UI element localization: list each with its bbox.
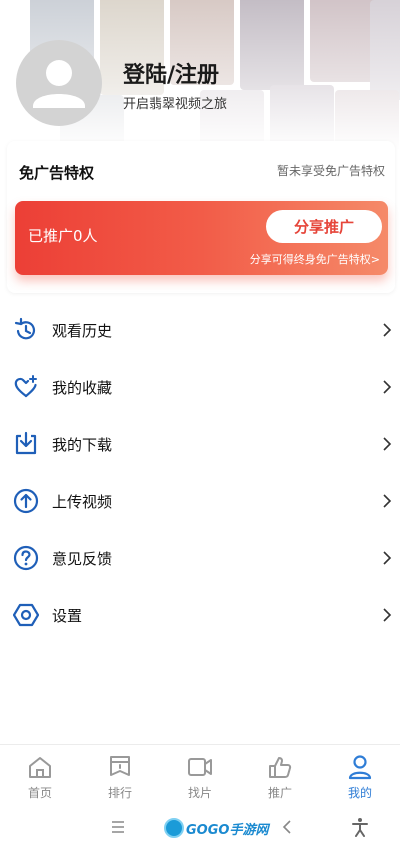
menu-item-downloads[interactable]: 我的下载: [0, 416, 400, 472]
ad-free-card: 免广告特权 暂未享受免广告特权 已推广0人 分享推广 分享可得终身免广告特权>: [7, 141, 395, 293]
system-navigation-bar: GOGO手游网: [0, 806, 400, 850]
chevron-right-icon: [383, 551, 392, 565]
watermark-logo-icon: [164, 818, 184, 838]
history-icon: [14, 317, 36, 340]
nav-item-ranking[interactable]: 排行: [80, 745, 160, 807]
home-icon: [29, 757, 51, 778]
download-icon: [15, 431, 37, 455]
menu-label-upload: 上传视频: [52, 492, 113, 511]
chevron-right-icon: [383, 608, 392, 622]
share-promote-button[interactable]: 分享推广: [266, 210, 382, 243]
nav-label-promote: 推广: [267, 786, 292, 800]
menu-item-history[interactable]: 观看历史: [0, 302, 400, 358]
nav-item-promote[interactable]: 推广: [240, 745, 320, 807]
heart-plus-icon: [14, 375, 37, 398]
ad-free-status: 暂未享受免广告特权: [276, 164, 385, 178]
nav-label-ranking: 排行: [107, 786, 132, 800]
chevron-right-icon: [383, 437, 392, 451]
nav-item-mine[interactable]: 我的: [320, 745, 400, 807]
nav-label-home: 首页: [27, 786, 52, 800]
avatar[interactable]: [16, 40, 102, 126]
menu-icon[interactable]: [110, 819, 126, 835]
chevron-right-icon: [383, 380, 392, 394]
chevron-right-icon: [383, 494, 392, 508]
ranking-icon: [110, 756, 130, 776]
back-icon[interactable]: [281, 819, 293, 835]
default-user-icon: [33, 60, 85, 108]
user-icon: [348, 755, 372, 780]
nav-label-find: 找片: [187, 786, 212, 800]
accessibility-icon[interactable]: [351, 817, 369, 837]
menu-item-favorites[interactable]: 我的收藏: [0, 359, 400, 415]
profile-subtitle: 开启翡翠视频之旅: [123, 97, 228, 112]
promotion-count: 已推广0人: [28, 227, 98, 245]
thumb-up-icon: [269, 757, 292, 778]
chevron-right-icon: [383, 323, 392, 337]
menu-label-settings: 设置: [52, 606, 83, 625]
promotion-banner: 已推广0人 分享推广 分享可得终身免广告特权>: [15, 201, 388, 275]
menu-item-feedback[interactable]: 意见反馈: [0, 530, 400, 586]
menu-label-history: 观看历史: [52, 321, 113, 340]
ad-free-title: 免广告特权: [19, 164, 95, 182]
settings-icon: [13, 603, 39, 627]
login-register-link[interactable]: 登陆/注册: [123, 57, 219, 89]
watermark-text: GOGO手游网: [186, 822, 269, 838]
question-icon: [13, 545, 39, 571]
menu-label-downloads: 我的下载: [52, 435, 113, 454]
menu-label-favorites: 我的收藏: [52, 378, 113, 397]
nav-item-find[interactable]: 找片: [160, 745, 240, 807]
menu-item-settings[interactable]: 设置: [0, 587, 400, 643]
upload-icon: [13, 488, 39, 514]
bottom-nav: 首页 排行 找片 推广 我的: [0, 744, 400, 806]
watermark: GOGO手游网: [164, 817, 268, 839]
video-camera-icon: [188, 758, 212, 776]
nav-item-home[interactable]: 首页: [0, 745, 80, 807]
menu-item-upload[interactable]: 上传视频: [0, 473, 400, 529]
menu-label-feedback: 意见反馈: [52, 549, 113, 568]
promotion-note-link[interactable]: 分享可得终身免广告特权>: [250, 251, 380, 267]
nav-label-mine: 我的: [347, 786, 372, 800]
